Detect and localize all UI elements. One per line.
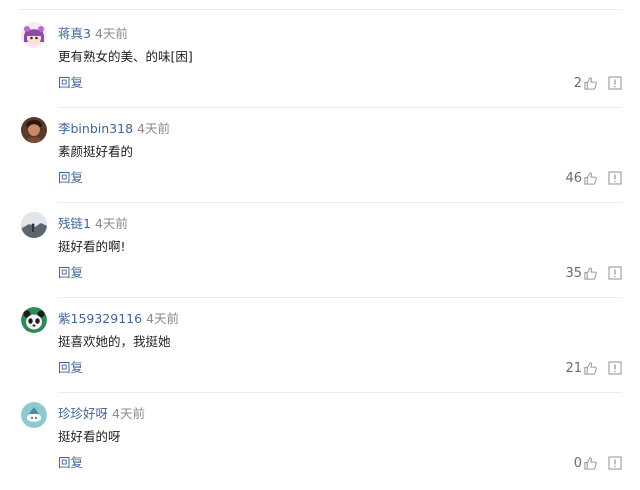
panda-avatar-icon[interactable] [21, 307, 47, 333]
comment-divider [58, 107, 622, 108]
like-count: 0 [573, 455, 582, 471]
cartoon-girl-avatar-icon[interactable] [21, 22, 47, 48]
thumbs-up-icon[interactable] [583, 76, 598, 91]
comment-item: 残链1 4天前 挺好看的啊! 回复 35 [0, 212, 640, 307]
username-link[interactable]: 珍珍好呀 [58, 406, 108, 421]
thumbs-up-icon[interactable] [583, 361, 598, 376]
comment-time: 4天前 [94, 216, 128, 231]
thumbs-up-icon[interactable] [583, 266, 598, 281]
username-link[interactable]: 紫159329116 [58, 311, 142, 326]
comment-meta: 珍珍好呀 4天前 [58, 405, 145, 423]
reply-button[interactable]: 回复 [58, 74, 83, 92]
comment-text: 更有熟女的美、的味[困] [58, 49, 193, 64]
comment-actions: 2 [574, 74, 622, 92]
comment-item: 蒋真3 4天前 更有熟女的美、的味[困] 回复 2 [0, 22, 640, 117]
top-divider [20, 9, 622, 10]
username-link[interactable]: 蒋真3 [58, 26, 91, 41]
reply-button[interactable]: 回复 [58, 169, 83, 187]
like-count: 35 [565, 265, 582, 281]
like-count: 2 [573, 75, 582, 91]
comment-actions: 0 [574, 454, 622, 472]
reply-button[interactable]: 回复 [58, 454, 83, 472]
comment-list-page: 蒋真34天前 更有熟女的美、的味[困] 回复 2 李binbin3184天前 [0, 0, 640, 490]
teal-cartoon-avatar-icon[interactable] [21, 402, 47, 428]
comment-meta: 残链1 4天前 [58, 215, 128, 233]
comment-meta: 紫159329116 4天前 [58, 310, 179, 328]
comment-time: 4天前 [146, 311, 180, 326]
thumbs-up-icon[interactable] [583, 456, 598, 471]
username-link[interactable]: 李binbin318 [58, 121, 133, 136]
comment-item: 紫159329116 4天前 挺喜欢她的，我挺她 回复 21 [0, 307, 640, 402]
comment-time: 4天前 [137, 121, 170, 136]
thumbs-up-icon[interactable] [583, 171, 598, 186]
comment-text: 挺好看的呀 [58, 429, 121, 444]
comment-divider [58, 392, 622, 393]
like-count: 46 [565, 170, 582, 186]
comment-actions: 21 [565, 359, 622, 377]
comment-time: 4天前 [94, 26, 128, 41]
comment-item: 珍珍好呀 4天前 挺好看的呀 回复 0 [0, 402, 640, 490]
comment-actions: 46 [565, 169, 622, 187]
reply-button[interactable]: 回复 [58, 359, 83, 377]
like-count: 21 [565, 360, 582, 376]
comment-item: 李binbin318 4天前 素颜挺好看的 回复 46 [0, 117, 640, 212]
comment-divider [58, 202, 622, 203]
comment-meta: 李binbin318 4天前 [58, 120, 170, 138]
comment-meta: 蒋真3 4天前 [58, 25, 128, 43]
report-icon[interactable] [608, 266, 622, 280]
comment-text: 素颜挺好看的 [58, 144, 134, 159]
photo-avatar-icon[interactable] [21, 117, 47, 143]
report-icon[interactable] [608, 456, 622, 470]
report-icon[interactable] [608, 361, 622, 375]
comment-time: 4天前 [112, 406, 145, 421]
comment-divider [58, 297, 622, 298]
comment-text: 挺喜欢她的，我挺她 [58, 334, 171, 349]
comment-actions: 35 [565, 264, 622, 282]
comment-text: 挺好看的啊! [58, 239, 126, 254]
report-icon[interactable] [608, 171, 622, 185]
report-icon[interactable] [608, 76, 622, 90]
reply-button[interactable]: 回复 [58, 264, 83, 282]
username-link[interactable]: 残链1 [58, 216, 91, 231]
landscape-avatar-icon[interactable] [21, 212, 47, 238]
